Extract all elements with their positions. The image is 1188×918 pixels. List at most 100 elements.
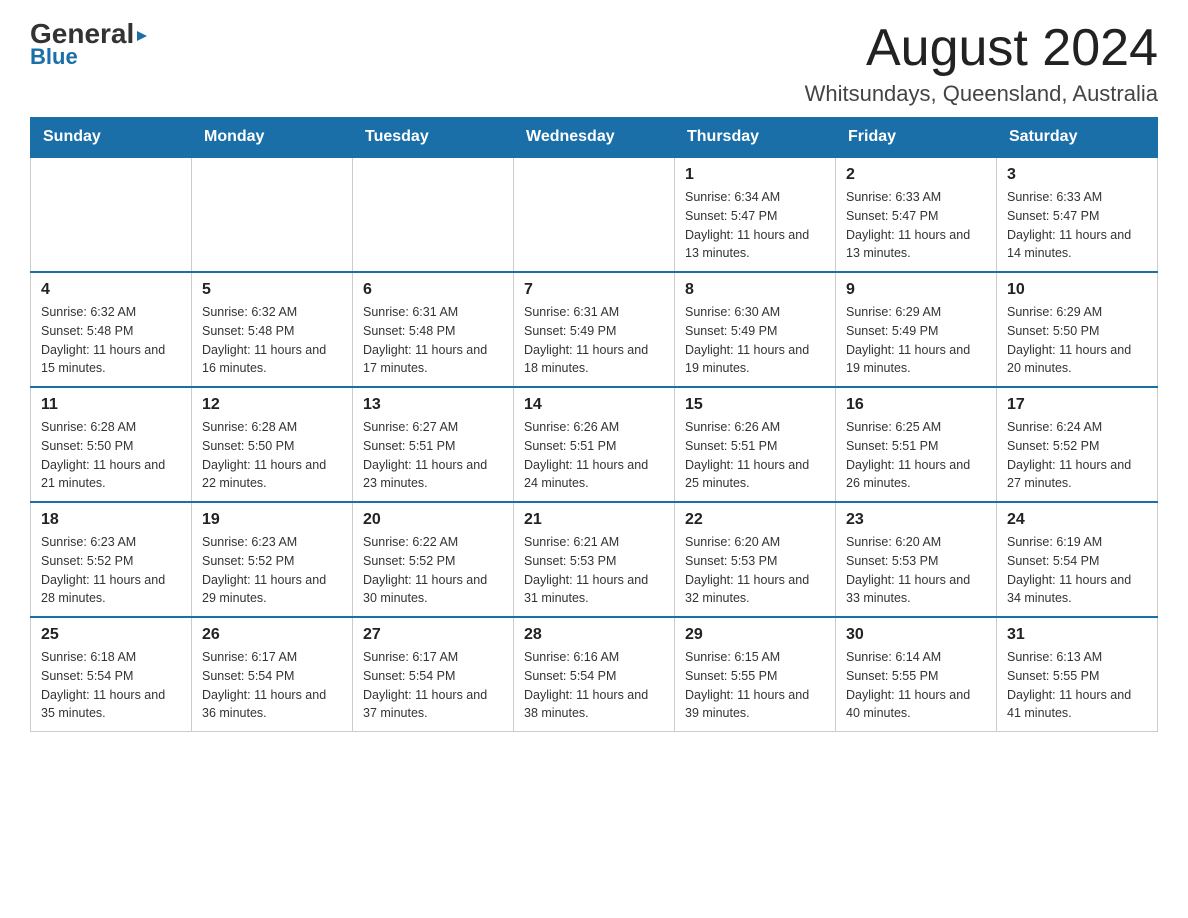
calendar-cell-w5-d3: 28 Sunrise: 6:16 AMSunset: 5:54 PMDayligh…	[514, 617, 675, 732]
day-info: Sunrise: 6:13 AMSunset: 5:55 PMDaylight:…	[1007, 648, 1147, 723]
calendar-cell-w3-d0: 11Sunrise: 6:28 AMSunset: 5:50 PMDayligh…	[31, 387, 192, 502]
page-header: General Blue August 2024 Whitsundays, Qu…	[30, 20, 1158, 107]
day-info: Sunrise: 6:18 AMSunset: 5:54 PMDaylight:…	[41, 648, 181, 723]
calendar-cell-w1-d2	[353, 157, 514, 272]
calendar-title: August 2024	[805, 20, 1158, 77]
calendar-cell-w1-d6: 3 Sunrise: 6:33 AMSunset: 5:47 PMDaylight…	[997, 157, 1158, 272]
week-row-3: 11Sunrise: 6:28 AMSunset: 5:50 PMDayligh…	[31, 387, 1158, 502]
calendar-cell-w5-d2: 27 Sunrise: 6:17 AMSunset: 5:54 PMDayligh…	[353, 617, 514, 732]
day-number: 23	[846, 511, 986, 529]
calendar-cell-w5-d5: 30 Sunrise: 6:14 AMSunset: 5:55 PMDayligh…	[836, 617, 997, 732]
day-info: Sunrise: 6:26 AMSunset: 5:51 PMDaylight:…	[524, 418, 664, 493]
day-info: Sunrise: 6:15 AMSunset: 5:55 PMDaylight:…	[685, 648, 825, 723]
calendar-cell-w3-d5: 16 Sunrise: 6:25 AMSunset: 5:51 PMDayligh…	[836, 387, 997, 502]
day-number: 14	[524, 396, 664, 414]
day-info: Sunrise: 6:33 AMSunset: 5:47 PMDaylight:…	[1007, 188, 1147, 263]
day-number: 4	[41, 281, 181, 299]
day-info: Sunrise: 6:23 AMSunset: 5:52 PMDaylight:…	[41, 533, 181, 608]
calendar-cell-w4-d5: 23 Sunrise: 6:20 AMSunset: 5:53 PMDayligh…	[836, 502, 997, 617]
day-number: 15	[685, 396, 825, 414]
calendar-table: Sunday Monday Tuesday Wednesday Thursday…	[30, 117, 1158, 732]
day-number: 21	[524, 511, 664, 529]
day-info: Sunrise: 6:30 AMSunset: 5:49 PMDaylight:…	[685, 303, 825, 378]
day-number: 22	[685, 511, 825, 529]
day-number: 10	[1007, 281, 1147, 299]
day-info: Sunrise: 6:21 AMSunset: 5:53 PMDaylight:…	[524, 533, 664, 608]
logo: General Blue	[30, 20, 147, 70]
calendar-cell-w2-d2: 6 Sunrise: 6:31 AMSunset: 5:48 PMDaylight…	[353, 272, 514, 387]
day-number: 30	[846, 626, 986, 644]
day-number: 7	[524, 281, 664, 299]
day-number: 31	[1007, 626, 1147, 644]
calendar-cell-w2-d3: 7 Sunrise: 6:31 AMSunset: 5:49 PMDaylight…	[514, 272, 675, 387]
day-number: 5	[202, 281, 342, 299]
day-info: Sunrise: 6:17 AMSunset: 5:54 PMDaylight:…	[363, 648, 503, 723]
calendar-subtitle: Whitsundays, Queensland, Australia	[805, 81, 1158, 107]
calendar-cell-w2-d5: 9 Sunrise: 6:29 AMSunset: 5:49 PMDaylight…	[836, 272, 997, 387]
day-number: 6	[363, 281, 503, 299]
day-info: Sunrise: 6:25 AMSunset: 5:51 PMDaylight:…	[846, 418, 986, 493]
header-friday: Friday	[836, 118, 997, 158]
day-number: 1	[685, 166, 825, 184]
calendar-header-row: Sunday Monday Tuesday Wednesday Thursday…	[31, 118, 1158, 158]
day-number: 26	[202, 626, 342, 644]
day-info: Sunrise: 6:31 AMSunset: 5:49 PMDaylight:…	[524, 303, 664, 378]
week-row-5: 25 Sunrise: 6:18 AMSunset: 5:54 PMDayligh…	[31, 617, 1158, 732]
calendar-cell-w2-d4: 8 Sunrise: 6:30 AMSunset: 5:49 PMDaylight…	[675, 272, 836, 387]
day-info: Sunrise: 6:22 AMSunset: 5:52 PMDaylight:…	[363, 533, 503, 608]
day-info: Sunrise: 6:14 AMSunset: 5:55 PMDaylight:…	[846, 648, 986, 723]
day-info: Sunrise: 6:20 AMSunset: 5:53 PMDaylight:…	[846, 533, 986, 608]
day-info: Sunrise: 6:32 AMSunset: 5:48 PMDaylight:…	[202, 303, 342, 378]
day-info: Sunrise: 6:33 AMSunset: 5:47 PMDaylight:…	[846, 188, 986, 263]
calendar-cell-w5-d1: 26 Sunrise: 6:17 AMSunset: 5:54 PMDayligh…	[192, 617, 353, 732]
day-number: 29	[685, 626, 825, 644]
day-info: Sunrise: 6:16 AMSunset: 5:54 PMDaylight:…	[524, 648, 664, 723]
calendar-cell-w2-d1: 5 Sunrise: 6:32 AMSunset: 5:48 PMDaylight…	[192, 272, 353, 387]
day-number: 20	[363, 511, 503, 529]
day-info: Sunrise: 6:32 AMSunset: 5:48 PMDaylight:…	[41, 303, 181, 378]
calendar-cell-w1-d3	[514, 157, 675, 272]
calendar-cell-w3-d1: 12 Sunrise: 6:28 AMSunset: 5:50 PMDayligh…	[192, 387, 353, 502]
day-info: Sunrise: 6:28 AMSunset: 5:50 PMDaylight:…	[41, 418, 181, 493]
day-info: Sunrise: 6:31 AMSunset: 5:48 PMDaylight:…	[363, 303, 503, 378]
day-number: 17	[1007, 396, 1147, 414]
day-number: 25	[41, 626, 181, 644]
week-row-4: 18 Sunrise: 6:23 AMSunset: 5:52 PMDayligh…	[31, 502, 1158, 617]
day-number: 8	[685, 281, 825, 299]
day-number: 13	[363, 396, 503, 414]
header-saturday: Saturday	[997, 118, 1158, 158]
day-number: 9	[846, 281, 986, 299]
calendar-cell-w3-d6: 17 Sunrise: 6:24 AMSunset: 5:52 PMDayligh…	[997, 387, 1158, 502]
day-number: 18	[41, 511, 181, 529]
day-info: Sunrise: 6:23 AMSunset: 5:52 PMDaylight:…	[202, 533, 342, 608]
calendar-cell-w5-d0: 25 Sunrise: 6:18 AMSunset: 5:54 PMDayligh…	[31, 617, 192, 732]
calendar-cell-w1-d5: 2 Sunrise: 6:33 AMSunset: 5:47 PMDaylight…	[836, 157, 997, 272]
day-info: Sunrise: 6:27 AMSunset: 5:51 PMDaylight:…	[363, 418, 503, 493]
day-info: Sunrise: 6:28 AMSunset: 5:50 PMDaylight:…	[202, 418, 342, 493]
day-info: Sunrise: 6:24 AMSunset: 5:52 PMDaylight:…	[1007, 418, 1147, 493]
day-number: 3	[1007, 166, 1147, 184]
day-info: Sunrise: 6:26 AMSunset: 5:51 PMDaylight:…	[685, 418, 825, 493]
day-number: 2	[846, 166, 986, 184]
calendar-cell-w4-d0: 18 Sunrise: 6:23 AMSunset: 5:52 PMDayligh…	[31, 502, 192, 617]
day-info: Sunrise: 6:29 AMSunset: 5:49 PMDaylight:…	[846, 303, 986, 378]
day-number: 12	[202, 396, 342, 414]
day-number: 16	[846, 396, 986, 414]
day-info: Sunrise: 6:17 AMSunset: 5:54 PMDaylight:…	[202, 648, 342, 723]
header-sunday: Sunday	[31, 118, 192, 158]
calendar-cell-w3-d2: 13 Sunrise: 6:27 AMSunset: 5:51 PMDayligh…	[353, 387, 514, 502]
title-block: August 2024 Whitsundays, Queensland, Aus…	[805, 20, 1158, 107]
day-number: 27	[363, 626, 503, 644]
calendar-cell-w1-d1	[192, 157, 353, 272]
calendar-cell-w5-d4: 29 Sunrise: 6:15 AMSunset: 5:55 PMDayligh…	[675, 617, 836, 732]
calendar-cell-w4-d4: 22 Sunrise: 6:20 AMSunset: 5:53 PMDayligh…	[675, 502, 836, 617]
calendar-cell-w3-d4: 15 Sunrise: 6:26 AMSunset: 5:51 PMDayligh…	[675, 387, 836, 502]
day-number: 28	[524, 626, 664, 644]
day-number: 24	[1007, 511, 1147, 529]
calendar-cell-w2-d6: 10Sunrise: 6:29 AMSunset: 5:50 PMDayligh…	[997, 272, 1158, 387]
day-info: Sunrise: 6:20 AMSunset: 5:53 PMDaylight:…	[685, 533, 825, 608]
calendar-cell-w2-d0: 4 Sunrise: 6:32 AMSunset: 5:48 PMDaylight…	[31, 272, 192, 387]
week-row-2: 4 Sunrise: 6:32 AMSunset: 5:48 PMDaylight…	[31, 272, 1158, 387]
calendar-cell-w4-d1: 19Sunrise: 6:23 AMSunset: 5:52 PMDayligh…	[192, 502, 353, 617]
day-info: Sunrise: 6:34 AMSunset: 5:47 PMDaylight:…	[685, 188, 825, 263]
